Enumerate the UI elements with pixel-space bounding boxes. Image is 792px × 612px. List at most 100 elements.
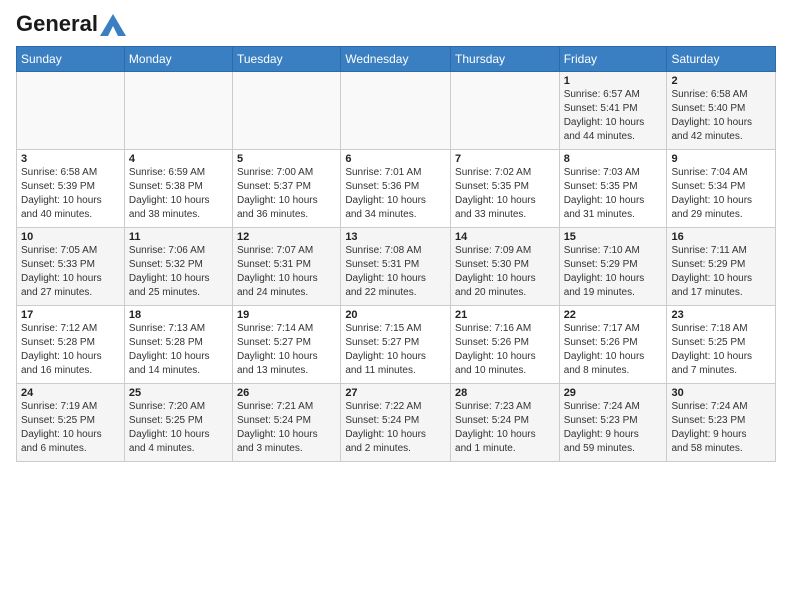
day-number: 12: [237, 231, 336, 243]
day-info: Sunrise: 7:16 AM Sunset: 5:26 PM Dayligh…: [455, 322, 555, 378]
day-info: Sunrise: 7:01 AM Sunset: 5:36 PM Dayligh…: [345, 166, 446, 222]
calendar-week-row: 3Sunrise: 6:58 AM Sunset: 5:39 PM Daylig…: [17, 150, 776, 228]
day-info: Sunrise: 7:10 AM Sunset: 5:29 PM Dayligh…: [564, 244, 663, 300]
calendar-cell: 4Sunrise: 6:59 AM Sunset: 5:38 PM Daylig…: [124, 150, 232, 228]
weekday-header: Sunday: [17, 47, 125, 72]
calendar-cell: 18Sunrise: 7:13 AM Sunset: 5:28 PM Dayli…: [124, 306, 232, 384]
day-number: 5: [237, 153, 336, 165]
day-number: 18: [129, 309, 228, 321]
day-info: Sunrise: 7:00 AM Sunset: 5:37 PM Dayligh…: [237, 166, 336, 222]
day-info: Sunrise: 6:58 AM Sunset: 5:39 PM Dayligh…: [21, 166, 120, 222]
day-number: 20: [345, 309, 446, 321]
day-info: Sunrise: 7:24 AM Sunset: 5:23 PM Dayligh…: [564, 400, 663, 456]
day-number: 28: [455, 387, 555, 399]
calendar-cell: 22Sunrise: 7:17 AM Sunset: 5:26 PM Dayli…: [559, 306, 667, 384]
day-number: 2: [671, 75, 771, 87]
day-info: Sunrise: 7:24 AM Sunset: 5:23 PM Dayligh…: [671, 400, 771, 456]
day-number: 13: [345, 231, 446, 243]
calendar-week-row: 24Sunrise: 7:19 AM Sunset: 5:25 PM Dayli…: [17, 384, 776, 462]
weekday-header: Thursday: [451, 47, 560, 72]
calendar-week-row: 10Sunrise: 7:05 AM Sunset: 5:33 PM Dayli…: [17, 228, 776, 306]
calendar-cell: [341, 72, 451, 150]
day-number: 23: [671, 309, 771, 321]
day-info: Sunrise: 7:19 AM Sunset: 5:25 PM Dayligh…: [21, 400, 120, 456]
calendar-cell: [451, 72, 560, 150]
calendar-week-row: 17Sunrise: 7:12 AM Sunset: 5:28 PM Dayli…: [17, 306, 776, 384]
day-number: 25: [129, 387, 228, 399]
day-info: Sunrise: 7:11 AM Sunset: 5:29 PM Dayligh…: [671, 244, 771, 300]
day-number: 30: [671, 387, 771, 399]
calendar-cell: 24Sunrise: 7:19 AM Sunset: 5:25 PM Dayli…: [17, 384, 125, 462]
calendar-cell: 7Sunrise: 7:02 AM Sunset: 5:35 PM Daylig…: [451, 150, 560, 228]
day-number: 1: [564, 75, 663, 87]
day-info: Sunrise: 7:20 AM Sunset: 5:25 PM Dayligh…: [129, 400, 228, 456]
day-number: 22: [564, 309, 663, 321]
weekday-header: Monday: [124, 47, 232, 72]
day-number: 14: [455, 231, 555, 243]
day-info: Sunrise: 7:09 AM Sunset: 5:30 PM Dayligh…: [455, 244, 555, 300]
day-info: Sunrise: 7:14 AM Sunset: 5:27 PM Dayligh…: [237, 322, 336, 378]
day-number: 4: [129, 153, 228, 165]
day-info: Sunrise: 7:12 AM Sunset: 5:28 PM Dayligh…: [21, 322, 120, 378]
day-info: Sunrise: 7:13 AM Sunset: 5:28 PM Dayligh…: [129, 322, 228, 378]
day-number: 24: [21, 387, 120, 399]
calendar-cell: 13Sunrise: 7:08 AM Sunset: 5:31 PM Dayli…: [341, 228, 451, 306]
weekday-header: Wednesday: [341, 47, 451, 72]
day-info: Sunrise: 7:05 AM Sunset: 5:33 PM Dayligh…: [21, 244, 120, 300]
day-info: Sunrise: 6:58 AM Sunset: 5:40 PM Dayligh…: [671, 88, 771, 144]
logo: General: [16, 12, 126, 36]
calendar-cell: 27Sunrise: 7:22 AM Sunset: 5:24 PM Dayli…: [341, 384, 451, 462]
calendar-cell: 30Sunrise: 7:24 AM Sunset: 5:23 PM Dayli…: [667, 384, 776, 462]
day-number: 21: [455, 309, 555, 321]
weekday-header: Saturday: [667, 47, 776, 72]
calendar-cell: 20Sunrise: 7:15 AM Sunset: 5:27 PM Dayli…: [341, 306, 451, 384]
day-info: Sunrise: 7:02 AM Sunset: 5:35 PM Dayligh…: [455, 166, 555, 222]
calendar-cell: 21Sunrise: 7:16 AM Sunset: 5:26 PM Dayli…: [451, 306, 560, 384]
calendar-cell: 11Sunrise: 7:06 AM Sunset: 5:32 PM Dayli…: [124, 228, 232, 306]
calendar-cell: 2Sunrise: 6:58 AM Sunset: 5:40 PM Daylig…: [667, 72, 776, 150]
day-number: 27: [345, 387, 446, 399]
weekday-header: Tuesday: [233, 47, 341, 72]
day-number: 19: [237, 309, 336, 321]
calendar-cell: 9Sunrise: 7:04 AM Sunset: 5:34 PM Daylig…: [667, 150, 776, 228]
calendar-cell: 10Sunrise: 7:05 AM Sunset: 5:33 PM Dayli…: [17, 228, 125, 306]
calendar-week-row: 1Sunrise: 6:57 AM Sunset: 5:41 PM Daylig…: [17, 72, 776, 150]
day-info: Sunrise: 7:03 AM Sunset: 5:35 PM Dayligh…: [564, 166, 663, 222]
calendar-header-row: SundayMondayTuesdayWednesdayThursdayFrid…: [17, 47, 776, 72]
calendar-cell: 29Sunrise: 7:24 AM Sunset: 5:23 PM Dayli…: [559, 384, 667, 462]
calendar-cell: 25Sunrise: 7:20 AM Sunset: 5:25 PM Dayli…: [124, 384, 232, 462]
day-number: 29: [564, 387, 663, 399]
calendar-cell: 19Sunrise: 7:14 AM Sunset: 5:27 PM Dayli…: [233, 306, 341, 384]
page: General SundayMondayTuesdayWednesdayThur…: [0, 0, 792, 470]
day-info: Sunrise: 7:18 AM Sunset: 5:25 PM Dayligh…: [671, 322, 771, 378]
day-info: Sunrise: 7:04 AM Sunset: 5:34 PM Dayligh…: [671, 166, 771, 222]
day-info: Sunrise: 6:59 AM Sunset: 5:38 PM Dayligh…: [129, 166, 228, 222]
calendar-cell: 5Sunrise: 7:00 AM Sunset: 5:37 PM Daylig…: [233, 150, 341, 228]
day-number: 11: [129, 231, 228, 243]
calendar-cell: 3Sunrise: 6:58 AM Sunset: 5:39 PM Daylig…: [17, 150, 125, 228]
calendar-cell: 28Sunrise: 7:23 AM Sunset: 5:24 PM Dayli…: [451, 384, 560, 462]
day-info: Sunrise: 7:21 AM Sunset: 5:24 PM Dayligh…: [237, 400, 336, 456]
calendar-cell: [233, 72, 341, 150]
day-info: Sunrise: 7:22 AM Sunset: 5:24 PM Dayligh…: [345, 400, 446, 456]
day-info: Sunrise: 7:15 AM Sunset: 5:27 PM Dayligh…: [345, 322, 446, 378]
day-info: Sunrise: 6:57 AM Sunset: 5:41 PM Dayligh…: [564, 88, 663, 144]
day-number: 17: [21, 309, 120, 321]
day-info: Sunrise: 7:23 AM Sunset: 5:24 PM Dayligh…: [455, 400, 555, 456]
day-number: 16: [671, 231, 771, 243]
calendar-cell: 23Sunrise: 7:18 AM Sunset: 5:25 PM Dayli…: [667, 306, 776, 384]
calendar-cell: 6Sunrise: 7:01 AM Sunset: 5:36 PM Daylig…: [341, 150, 451, 228]
calendar-cell: 12Sunrise: 7:07 AM Sunset: 5:31 PM Dayli…: [233, 228, 341, 306]
header: General: [16, 12, 776, 36]
calendar-cell: 8Sunrise: 7:03 AM Sunset: 5:35 PM Daylig…: [559, 150, 667, 228]
day-info: Sunrise: 7:08 AM Sunset: 5:31 PM Dayligh…: [345, 244, 446, 300]
calendar-cell: 16Sunrise: 7:11 AM Sunset: 5:29 PM Dayli…: [667, 228, 776, 306]
day-number: 7: [455, 153, 555, 165]
calendar: SundayMondayTuesdayWednesdayThursdayFrid…: [16, 46, 776, 462]
day-number: 10: [21, 231, 120, 243]
weekday-header: Friday: [559, 47, 667, 72]
calendar-cell: [17, 72, 125, 150]
calendar-cell: [124, 72, 232, 150]
day-number: 6: [345, 153, 446, 165]
day-info: Sunrise: 7:06 AM Sunset: 5:32 PM Dayligh…: [129, 244, 228, 300]
